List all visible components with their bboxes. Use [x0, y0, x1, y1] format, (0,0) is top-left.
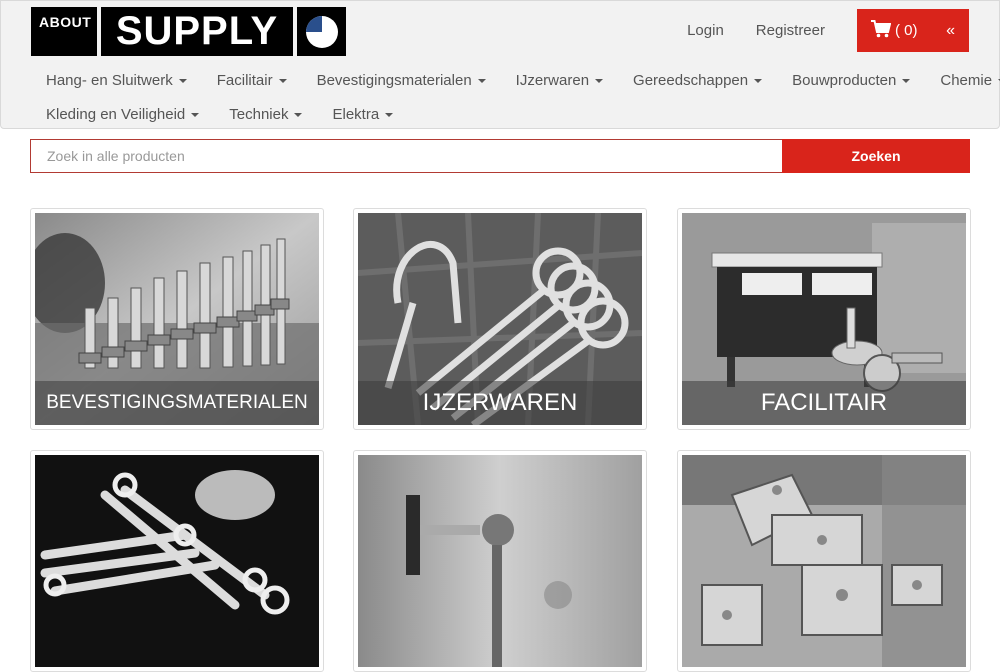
menu-item-label: Chemie: [940, 71, 993, 89]
category-label: IJZERWAREN: [358, 381, 642, 425]
caret-down-icon: [278, 79, 287, 83]
logo-about: ABOUT: [31, 7, 97, 56]
category-image: [682, 455, 966, 667]
navbar: ABOUT SUPPLY Login Registreer ( 0) « Han…: [0, 0, 1000, 129]
category-tile[interactable]: [677, 450, 971, 672]
menu-item-hang-en-sluitwerk[interactable]: Hang- en Sluitwerk: [31, 72, 202, 89]
site-logo[interactable]: ABOUT SUPPLY: [31, 7, 346, 56]
category-image: BEVESTIGINGSMATERIALEN: [35, 213, 319, 425]
category-image: [35, 455, 319, 667]
main-menu: Hang- en Sluitwerk Facilitair Bevestigin…: [31, 63, 1000, 131]
caret-down-icon: [178, 79, 187, 83]
category-tile[interactable]: [30, 450, 324, 672]
category-tile-ijzerwaren[interactable]: IJZERWAREN: [353, 208, 647, 430]
category-tile-facilitair[interactable]: FACILITAIR: [677, 208, 971, 430]
category-label: FACILITAIR: [682, 381, 966, 425]
menu-item-label: IJzerwaren: [515, 71, 590, 89]
login-link[interactable]: Login: [687, 22, 724, 39]
logo-supply: SUPPLY: [101, 7, 293, 56]
menu-item-label: Gereedschappen: [633, 71, 749, 89]
caret-down-icon: [385, 113, 394, 117]
header-links: Login Registreer ( 0) «: [687, 9, 969, 52]
menu-item-bouwproducten[interactable]: Bouwproducten: [777, 72, 925, 89]
caret-down-icon: [477, 79, 486, 83]
logo-mark-icon: [297, 7, 346, 56]
category-label: BEVESTIGINGSMATERIALEN: [35, 381, 319, 425]
menu-item-gereedschappen[interactable]: Gereedschappen: [618, 72, 777, 89]
menu-item-chemie[interactable]: Chemie: [925, 72, 1000, 89]
menu-item-bevestigingsmaterialen[interactable]: Bevestigingsmaterialen: [302, 72, 501, 89]
category-image: FACILITAIR: [682, 213, 966, 425]
cart-button[interactable]: ( 0) «: [857, 9, 969, 52]
menu-item-label: Bevestigingsmaterialen: [316, 71, 472, 89]
menu-item-elektra[interactable]: Elektra: [317, 106, 408, 123]
caret-down-icon: [595, 79, 604, 83]
caret-down-icon: [191, 113, 200, 117]
menu-item-label: Facilitair: [216, 71, 273, 89]
caret-down-icon: [294, 113, 303, 117]
category-tile[interactable]: [353, 450, 647, 672]
caret-down-icon: [902, 79, 911, 83]
menu-row-1: Hang- en Sluitwerk Facilitair Bevestigin…: [31, 63, 1000, 97]
category-image: [358, 455, 642, 667]
menu-item-ijzerwaren[interactable]: IJzerwaren: [501, 72, 618, 89]
category-tile-bevestigingsmaterialen[interactable]: BEVESTIGINGSMATERIALEN: [30, 208, 324, 430]
menu-item-label: Kleding en Veiligheid: [46, 105, 186, 123]
search-form: Zoeken: [30, 139, 970, 173]
menu-item-label: Hang- en Sluitwerk: [46, 71, 173, 89]
search-button[interactable]: Zoeken: [782, 139, 970, 173]
collapse-toggle[interactable]: «: [946, 22, 955, 40]
shopping-cart-icon: [871, 19, 892, 42]
menu-item-techniek[interactable]: Techniek: [214, 106, 317, 123]
menu-item-label: Elektra: [332, 105, 380, 123]
menu-row-2: Kleding en Veiligheid Techniek Elektra: [31, 97, 931, 131]
menu-item-label: Bouwproducten: [792, 71, 897, 89]
cart-count: ( 0): [895, 22, 918, 39]
register-link[interactable]: Registreer: [756, 22, 825, 39]
menu-item-kleding-en-veiligheid[interactable]: Kleding en Veiligheid: [31, 106, 214, 123]
caret-down-icon: [754, 79, 763, 83]
menu-item-label: Techniek: [229, 105, 289, 123]
menu-item-facilitair[interactable]: Facilitair: [202, 72, 302, 89]
category-image: IJZERWAREN: [358, 213, 642, 425]
search-input[interactable]: [30, 139, 782, 173]
